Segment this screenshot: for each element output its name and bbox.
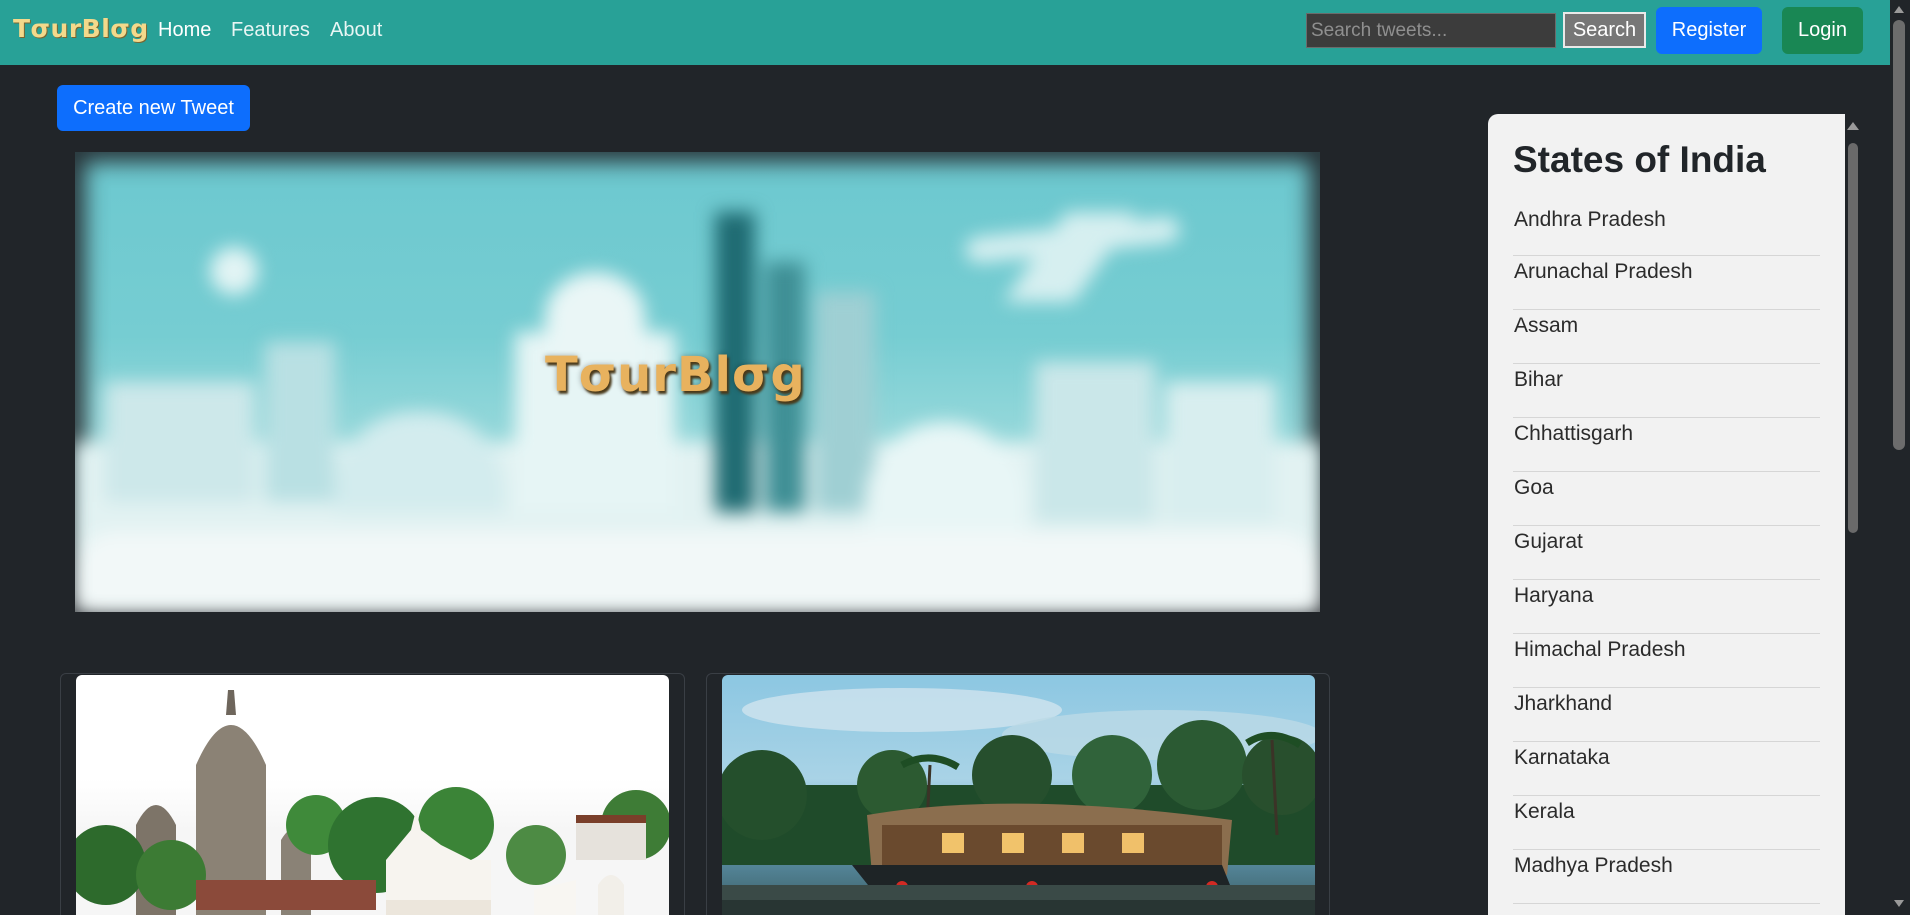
state-item[interactable]: Haryana [1513, 580, 1820, 634]
page-scroll-thumb[interactable] [1893, 20, 1905, 450]
state-item[interactable]: Gujarat [1513, 526, 1820, 580]
sidebar-scroll-thumb[interactable] [1848, 143, 1858, 533]
state-item[interactable]: Andhra Pradesh [1513, 208, 1820, 256]
search-input[interactable] [1306, 13, 1556, 48]
nav-about[interactable]: About [330, 19, 382, 42]
temple-image [76, 675, 669, 915]
nav-features[interactable]: Features [231, 19, 310, 42]
state-item[interactable]: Bihar [1513, 364, 1820, 418]
navbar: TσurBlσg Home Features About Search Regi… [0, 0, 1910, 65]
state-item[interactable]: Madhya Pradesh [1513, 850, 1820, 904]
hero-banner: TσurBlσg [75, 152, 1320, 612]
search-button[interactable]: Search [1563, 12, 1646, 48]
state-item[interactable]: Arunachal Pradesh [1513, 256, 1820, 310]
login-button[interactable]: Login [1782, 7, 1863, 54]
brand-logo[interactable]: TσurBlσg [13, 14, 149, 43]
state-list: Andhra Pradesh Arunachal Pradesh Assam B… [1513, 208, 1820, 904]
scroll-up-icon[interactable] [1847, 122, 1859, 130]
houseboat-image [722, 675, 1315, 915]
state-item[interactable]: Goa [1513, 472, 1820, 526]
nav-home[interactable]: Home [158, 19, 211, 42]
post-card[interactable] [706, 673, 1330, 915]
state-item[interactable]: Kerala [1513, 796, 1820, 850]
state-item[interactable]: Karnataka [1513, 742, 1820, 796]
state-item[interactable]: Chhattisgarh [1513, 418, 1820, 472]
sidebar-title: States of India [1513, 139, 1766, 180]
state-item[interactable]: Himachal Pradesh [1513, 634, 1820, 688]
state-item[interactable]: Assam [1513, 310, 1820, 364]
state-item[interactable]: Jharkhand [1513, 688, 1820, 742]
post-card[interactable] [60, 673, 685, 915]
page-scroll-down-icon[interactable] [1894, 900, 1904, 907]
hero-title: TσurBlσg [545, 347, 806, 403]
create-tweet-button[interactable]: Create new Tweet [57, 85, 250, 131]
page-scroll-up-icon[interactable] [1894, 6, 1904, 13]
register-button[interactable]: Register [1656, 7, 1762, 54]
states-sidebar: States of India Andhra Pradesh Arunachal… [1488, 114, 1845, 915]
